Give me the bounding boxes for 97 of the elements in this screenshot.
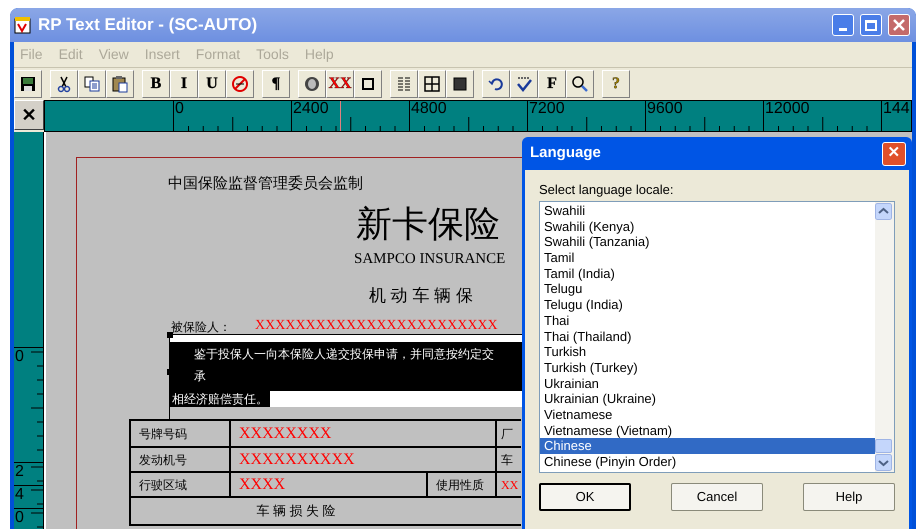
table-cell: 号牌号码	[131, 421, 231, 446]
save-icon	[19, 75, 37, 93]
ruler-label: 4	[15, 486, 24, 504]
toolbar-button[interactable]: XX	[326, 70, 354, 98]
toolbar-button[interactable]	[50, 70, 78, 98]
scroll-thumb[interactable]	[875, 439, 892, 453]
toolbar-button[interactable]	[418, 70, 446, 98]
dialog-button[interactable]: OK	[539, 483, 631, 511]
list-item[interactable]: Ukrainian (Ukraine)	[540, 391, 875, 407]
list-item[interactable]: Thai (Thailand)	[540, 328, 875, 344]
close-ruler-button[interactable]: ✕	[14, 100, 44, 130]
maximize-button[interactable]	[860, 14, 882, 36]
scrollbar[interactable]	[875, 202, 894, 472]
list-item[interactable]: Telugu	[540, 281, 875, 298]
company-name: SAMPCO INSURANCE	[354, 250, 506, 268]
square-icon	[359, 75, 377, 93]
stamp-icon	[303, 75, 321, 93]
toolbar-button[interactable]: ¶	[262, 70, 290, 98]
ruler-label: 0	[15, 509, 24, 527]
list-item[interactable]: Vietnamese (Vietnam)	[540, 422, 875, 438]
list-item[interactable]: Swahili (Kenya)	[540, 218, 875, 234]
ruler-label: 4800	[411, 101, 447, 117]
list-item[interactable]: Swahili (Tanzania)	[540, 234, 875, 250]
list-item[interactable]: Turkish (Turkey)	[540, 360, 875, 376]
minimize-icon	[839, 28, 847, 31]
table-cell: 使用性质	[428, 473, 497, 496]
ruler-label: 144	[883, 101, 910, 117]
table-cell: XXXXXXXXXX	[231, 448, 497, 471]
maximize-icon	[865, 20, 877, 30]
table-cell: 行驶区域	[131, 473, 231, 496]
toolbar-button[interactable]: F	[538, 70, 566, 98]
toolbar-button[interactable]	[14, 70, 42, 98]
toolbar-button[interactable]	[390, 70, 418, 98]
toolbar-button[interactable]	[510, 70, 538, 98]
ruler-marker	[340, 101, 341, 131]
close-button[interactable]: ✕	[882, 142, 906, 166]
scissors-icon	[55, 75, 73, 93]
table-icon	[423, 75, 441, 93]
ruler-label: 2400	[293, 101, 329, 117]
table-cell-text: XX	[500, 476, 520, 494]
list-item[interactable]: Swahili	[540, 203, 875, 219]
columns-icon	[395, 75, 413, 93]
toolbar-button[interactable]	[566, 70, 594, 98]
clipboard-icon	[111, 75, 129, 93]
close-button[interactable]	[888, 14, 910, 36]
document-heading: 机 动 车 辆 保	[369, 285, 474, 307]
scroll-up-icon[interactable]	[875, 203, 892, 220]
minimize-button[interactable]	[832, 14, 854, 36]
list-item[interactable]: Tamil (India)	[540, 266, 875, 282]
insured-label: 被保险人：	[171, 320, 231, 334]
shading-icon	[451, 75, 469, 93]
table-cell: XXXX	[231, 473, 428, 496]
ruler-label: 7200	[529, 101, 565, 117]
list-prompt: Select language locale:	[539, 182, 674, 198]
insured-value: XXXXXXXXXXXXXXXXXXXXXXXX	[255, 318, 498, 334]
list-item[interactable]: Tamil	[540, 250, 875, 266]
list-item[interactable]: Ukrainian	[540, 376, 875, 392]
toolbar-button[interactable]	[354, 70, 382, 98]
spellcheck-icon	[515, 75, 533, 93]
toolbar-button[interactable]	[298, 70, 326, 98]
app-icon	[14, 16, 32, 34]
toolbar-button[interactable]	[106, 70, 134, 98]
document-title: 新卡保险	[356, 204, 501, 246]
scroll-down-icon[interactable]	[875, 454, 892, 471]
list-item[interactable]: Telugu (India)	[540, 297, 875, 313]
close-icon	[893, 19, 905, 31]
dialog-button[interactable]: Cancel	[671, 483, 763, 511]
dialog-button[interactable]: Help	[803, 483, 895, 511]
list-item[interactable]: Turkish	[540, 344, 875, 360]
list-item[interactable]: Chinese	[540, 438, 875, 454]
toolbar-button[interactable]: I	[170, 70, 198, 98]
window-title: RP Text Editor - (SC-AUTO)	[38, 14, 258, 36]
list-item[interactable]: Chinese (Pinyin Order)	[540, 454, 875, 470]
table-cell: 发动机号	[131, 448, 231, 471]
toolbar-button[interactable]	[446, 70, 474, 98]
table-cell: XXXXXXXX	[231, 421, 497, 446]
clause-line: 承	[194, 368, 207, 385]
table-cell-text: 车	[500, 452, 514, 468]
regulator-line: 中国保险监督管理委员会监制	[168, 174, 364, 194]
toolbar-button[interactable]	[482, 70, 510, 98]
clause-line: 鉴于投保人一向本保险人递交投保申请，并同意按约定交	[194, 346, 495, 363]
toolbar-button[interactable]: B	[142, 70, 170, 98]
ruler-label: 9600	[647, 101, 683, 117]
ruler-label: 12000	[765, 101, 810, 117]
no-strikethrough-icon	[231, 75, 249, 93]
ruler-label: 2	[15, 463, 24, 481]
search-icon	[571, 75, 589, 93]
copy-icon	[83, 75, 101, 93]
ruler-label: 0	[15, 348, 24, 366]
toolbar-button[interactable]	[78, 70, 106, 98]
table-cell-text: 厂	[500, 426, 514, 442]
ruler-label: 0	[175, 101, 184, 117]
list-item[interactable]: Thai	[540, 312, 875, 328]
list-item[interactable]: Vietnamese	[540, 406, 875, 423]
toolbar-button[interactable]: U	[198, 70, 226, 98]
table-cell: 车 辆 损 失 险	[131, 498, 521, 526]
dialog-title: Language	[530, 143, 601, 164]
